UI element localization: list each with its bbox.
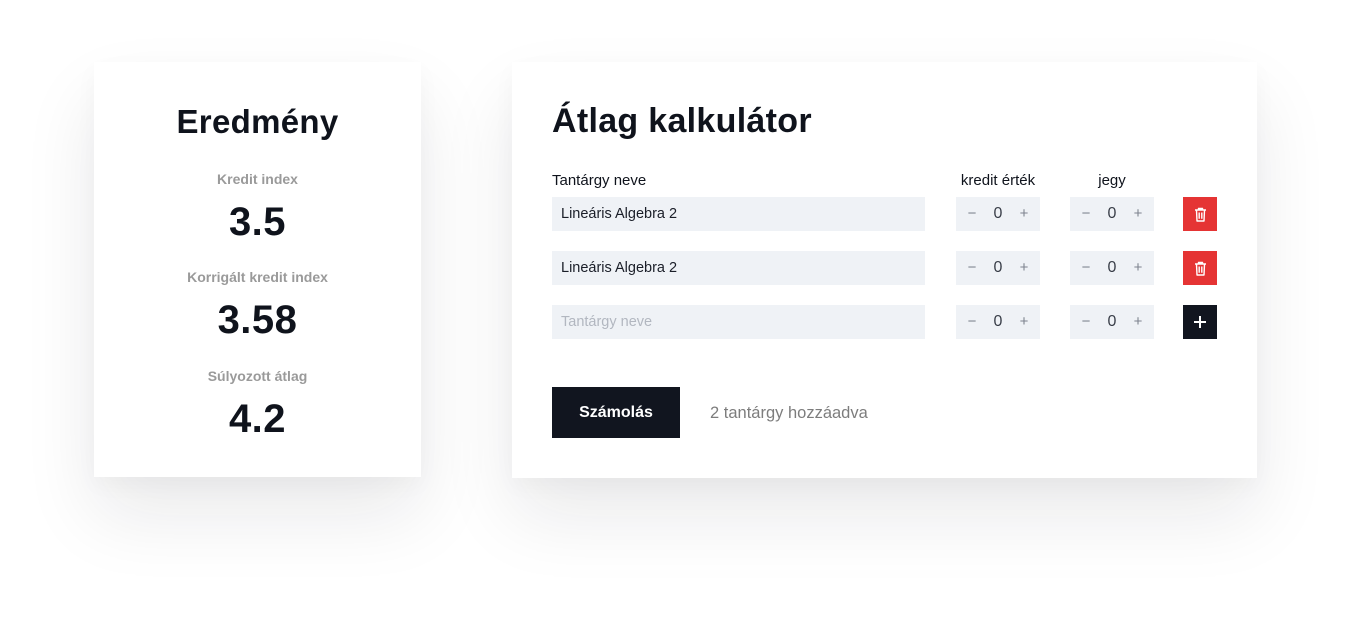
delete-row-button[interactable] bbox=[1183, 197, 1217, 231]
column-header-credit: kredit érték bbox=[960, 172, 1036, 189]
add-row-button[interactable] bbox=[1183, 305, 1217, 339]
grade-stepper: − 0 + bbox=[1070, 305, 1154, 339]
trash-icon bbox=[1194, 207, 1206, 222]
result-title: Eredmény bbox=[176, 103, 339, 140]
corrected-credit-index-label: Korrigált kredit index bbox=[187, 269, 328, 285]
delete-row-button[interactable] bbox=[1183, 251, 1217, 285]
credit-decrement-button[interactable]: − bbox=[965, 258, 979, 278]
trash-icon bbox=[1194, 261, 1206, 276]
credit-index-value: 3.5 bbox=[228, 200, 287, 244]
credit-value: 0 bbox=[993, 259, 1003, 276]
column-header-subject: Tantárgy neve bbox=[552, 172, 647, 189]
subject-name-input[interactable] bbox=[552, 197, 925, 231]
grade-decrement-button[interactable]: − bbox=[1079, 258, 1093, 278]
grade-stepper: − 0 + bbox=[1070, 197, 1154, 231]
calculate-button[interactable]: Számolás bbox=[552, 387, 680, 438]
credit-index-label: Kredit index bbox=[217, 171, 298, 187]
credit-increment-button[interactable]: + bbox=[1017, 258, 1031, 278]
new-subject-row: − 0 + − 0 + bbox=[552, 305, 1218, 340]
credit-value: 0 bbox=[993, 205, 1003, 222]
result-card: Eredmény Kredit index 3.5 Korrigált kred… bbox=[94, 62, 421, 477]
corrected-credit-index-value: 3.58 bbox=[217, 298, 298, 342]
weighted-average-label: Súlyozott átlag bbox=[207, 368, 308, 384]
subject-row: − 0 + − 0 + bbox=[552, 251, 1218, 286]
grade-increment-button[interactable]: + bbox=[1131, 258, 1145, 278]
grade-stepper: − 0 + bbox=[1070, 251, 1154, 285]
credit-increment-button[interactable]: + bbox=[1017, 204, 1031, 224]
subject-row: − 0 + − 0 + bbox=[552, 197, 1218, 232]
credit-stepper: − 0 + bbox=[956, 305, 1040, 339]
weighted-average-value: 4.2 bbox=[228, 397, 287, 441]
calculator-title: Átlag kalkulátor bbox=[552, 102, 812, 140]
credit-stepper: − 0 + bbox=[956, 197, 1040, 231]
credit-increment-button[interactable]: + bbox=[1017, 312, 1031, 332]
credit-stepper: − 0 + bbox=[956, 251, 1040, 285]
credit-decrement-button[interactable]: − bbox=[965, 312, 979, 332]
plus-icon bbox=[1194, 316, 1206, 328]
grade-increment-button[interactable]: + bbox=[1131, 312, 1145, 332]
subjects-added-status: 2 tantárgy hozzáadva bbox=[710, 404, 868, 422]
column-header-grade: jegy bbox=[1098, 172, 1126, 189]
credit-value: 0 bbox=[993, 313, 1003, 330]
grade-decrement-button[interactable]: − bbox=[1079, 312, 1093, 332]
credit-decrement-button[interactable]: − bbox=[965, 204, 979, 224]
grade-value: 0 bbox=[1107, 313, 1117, 330]
new-subject-name-input[interactable] bbox=[552, 305, 925, 339]
calculator-card: Átlag kalkulátor Tantárgy neve kredit ér… bbox=[512, 62, 1257, 478]
subject-name-input[interactable] bbox=[552, 251, 925, 285]
grade-increment-button[interactable]: + bbox=[1131, 204, 1145, 224]
grade-decrement-button[interactable]: − bbox=[1079, 204, 1093, 224]
grade-value: 0 bbox=[1107, 205, 1117, 222]
grade-value: 0 bbox=[1107, 259, 1117, 276]
